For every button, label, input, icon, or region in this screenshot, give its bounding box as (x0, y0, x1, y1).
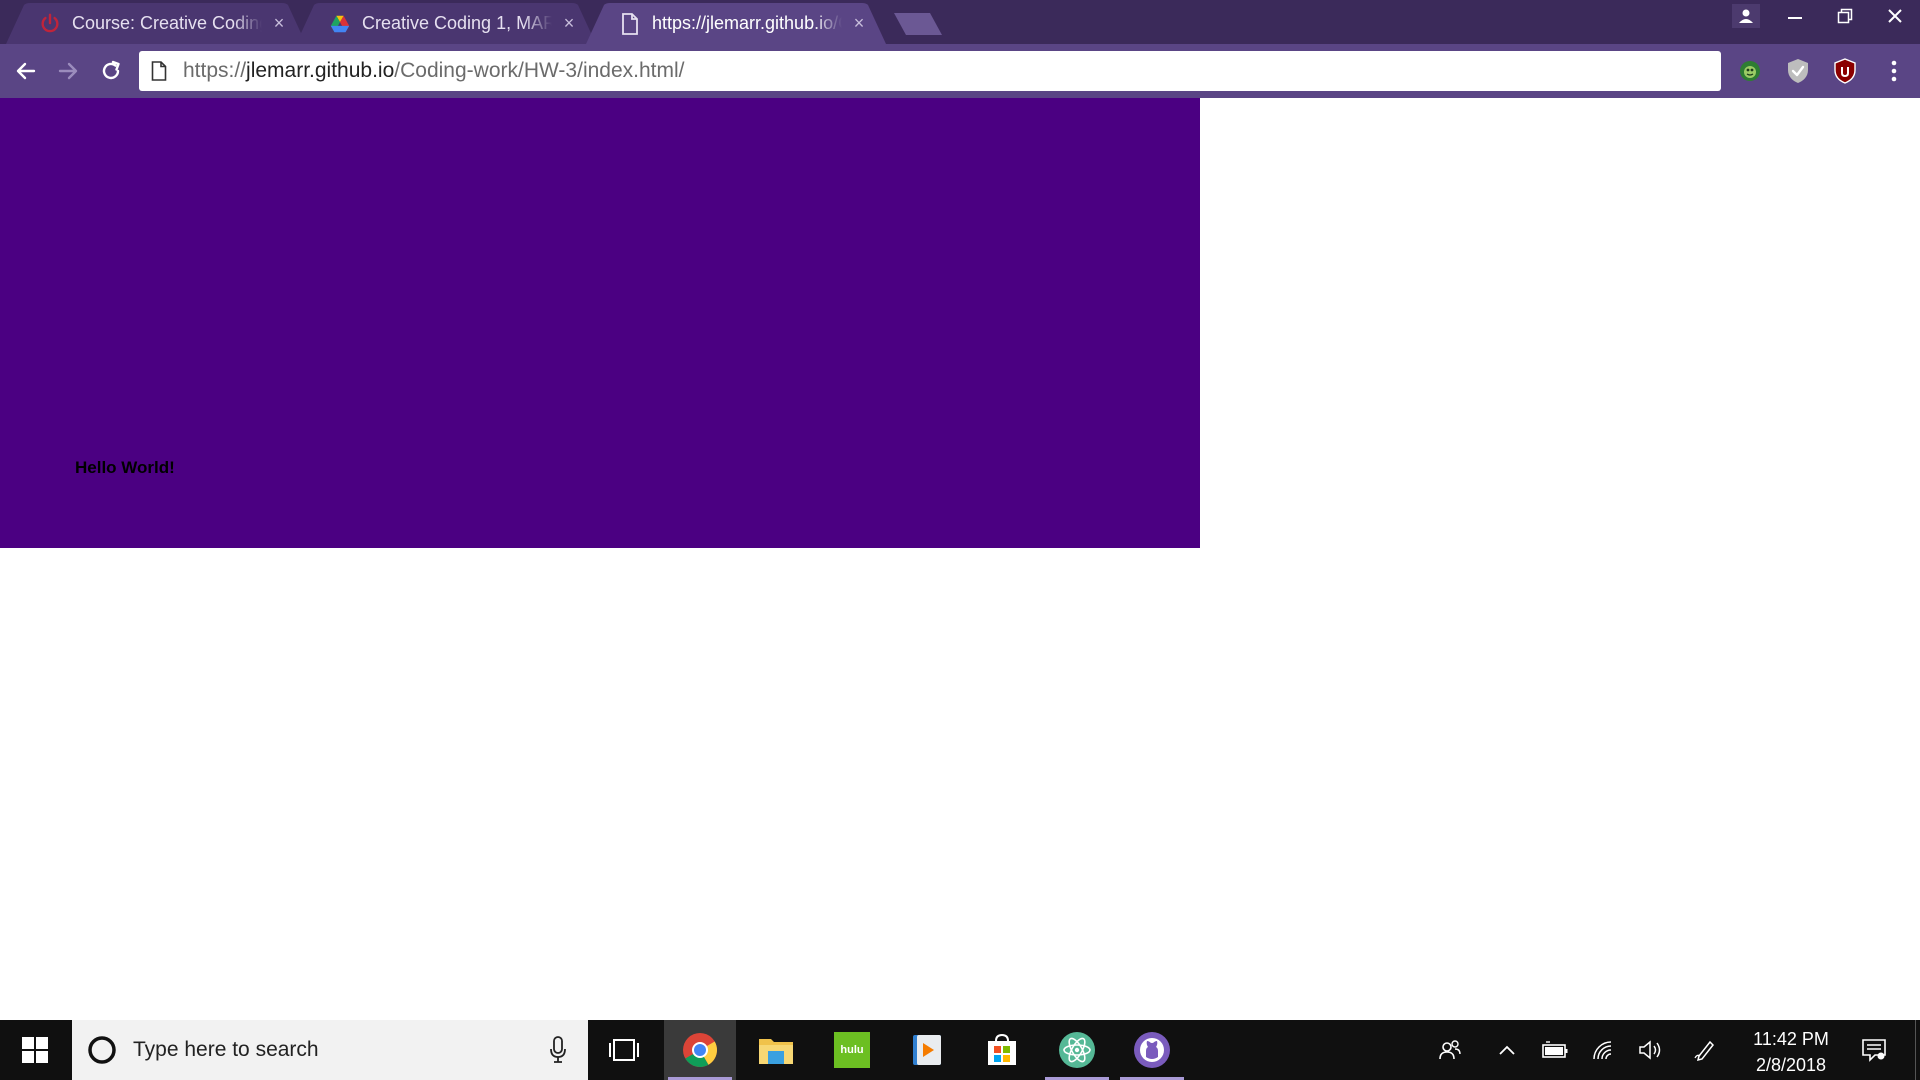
action-center-button[interactable] (1856, 1020, 1892, 1080)
people-icon (1439, 1040, 1461, 1060)
start-button[interactable] (0, 1020, 70, 1080)
show-hidden-icons-button[interactable] (1492, 1020, 1522, 1080)
store-icon (988, 1033, 1016, 1065)
extension-bug-icon[interactable] (1735, 56, 1765, 86)
taskbar-media-player[interactable] (891, 1020, 963, 1080)
restore-button[interactable] (1820, 0, 1870, 32)
chevron-up-icon (1499, 1045, 1515, 1055)
tab-close-button[interactable]: × (270, 13, 288, 33)
url-path: /Coding-work/HW-3/index.html/ (394, 59, 685, 82)
network-button[interactable] (1588, 1020, 1618, 1080)
url-text: https://jlemarr.github.io/Coding-work/HW… (183, 59, 685, 83)
taskbar-file-explorer[interactable] (740, 1020, 812, 1080)
atom-icon (1059, 1032, 1095, 1068)
hulu-icon: hulu (834, 1032, 870, 1068)
windows-taskbar: Type here to search hulu 11:42 PM 2/8/20… (0, 1020, 1920, 1080)
tab-title: Creative Coding 1, MART (362, 13, 552, 33)
microphone-icon[interactable] (546, 1035, 570, 1065)
search-placeholder: Type here to search (133, 1038, 319, 1061)
taskbar-hulu[interactable]: hulu (816, 1020, 888, 1080)
chrome-menu-icon[interactable] (1879, 56, 1909, 86)
show-desktop-divider (1914, 1020, 1916, 1080)
clock-time: 11:42 PM (1753, 1029, 1829, 1049)
desktop-screen: Course: Creative Coding 1 × Creative Cod… (0, 0, 1920, 1080)
purple-content-box: Hello World! (0, 98, 1200, 548)
file-explorer-icon (759, 1039, 793, 1064)
notifications-icon (1862, 1039, 1886, 1062)
media-player-icon (913, 1035, 941, 1065)
volume-button[interactable] (1636, 1020, 1666, 1080)
task-view-icon (609, 1039, 639, 1061)
cortana-icon (85, 1033, 119, 1067)
drive-icon (328, 12, 352, 36)
taskbar-store[interactable] (966, 1020, 1038, 1080)
back-button[interactable] (12, 57, 40, 85)
chrome-icon (683, 1033, 717, 1067)
forward-button[interactable] (54, 57, 82, 85)
taskbar-chrome[interactable] (664, 1020, 736, 1080)
taskbar-github-desktop[interactable] (1116, 1020, 1188, 1080)
browser-title-bar: Course: Creative Coding 1 × Creative Cod… (0, 0, 1920, 44)
page-info-icon[interactable] (151, 61, 169, 81)
windows-ink-button[interactable] (1690, 1020, 1720, 1080)
battery-button[interactable] (1540, 1020, 1570, 1080)
profile-button[interactable] (1726, 0, 1766, 32)
address-bar[interactable]: https://jlemarr.github.io/Coding-work/HW… (139, 51, 1721, 91)
wifi-icon (1593, 1041, 1612, 1060)
taskbar-search-box[interactable]: Type here to search (72, 1020, 588, 1080)
page-icon (618, 12, 642, 36)
windows-logo-icon (22, 1037, 48, 1063)
url-host: jlemarr.github.io (246, 59, 395, 82)
power-icon (38, 12, 62, 36)
task-view-button[interactable] (588, 1020, 660, 1080)
github-desktop-icon (1134, 1032, 1170, 1068)
new-tab-button[interactable] (894, 12, 942, 36)
speaker-icon (1639, 1040, 1661, 1060)
show-desktop-button[interactable] (1910, 1020, 1920, 1080)
page-viewport: Hello World! (0, 98, 1920, 1020)
taskbar-clock[interactable]: 11:42 PM 2/8/2018 (1746, 1026, 1836, 1078)
pen-icon (1694, 1040, 1715, 1062)
clock-date: 2/8/2018 (1755, 1055, 1827, 1075)
minimize-button[interactable] (1770, 0, 1820, 32)
tab-title: https://jlemarr.github.io/Coding-work/HW… (652, 13, 842, 33)
window-controls (1726, 0, 1920, 32)
ublock-shield-icon[interactable] (1830, 56, 1860, 86)
battery-charging-icon (1542, 1041, 1568, 1058)
shield-extension-icon[interactable] (1783, 56, 1813, 86)
tab-close-button[interactable]: × (850, 13, 868, 33)
close-window-button[interactable] (1870, 0, 1920, 32)
tab-close-button[interactable]: × (560, 13, 578, 33)
tab-course-creative-coding[interactable]: Course: Creative Coding 1 × (6, 3, 306, 44)
browser-toolbar: https://jlemarr.github.io/Coding-work/HW… (0, 44, 1920, 98)
hello-world-text: Hello World! (75, 458, 175, 477)
tab-jlemarr-github[interactable]: https://jlemarr.github.io/Coding-work/HW… (586, 3, 886, 44)
reload-button[interactable] (97, 57, 125, 85)
url-scheme: https:// (183, 59, 247, 82)
people-button[interactable] (1432, 1020, 1468, 1080)
tab-creative-coding-mart[interactable]: Creative Coding 1, MART × (296, 3, 596, 44)
tab-title: Course: Creative Coding 1 (72, 13, 262, 33)
taskbar-atom[interactable] (1041, 1020, 1113, 1080)
